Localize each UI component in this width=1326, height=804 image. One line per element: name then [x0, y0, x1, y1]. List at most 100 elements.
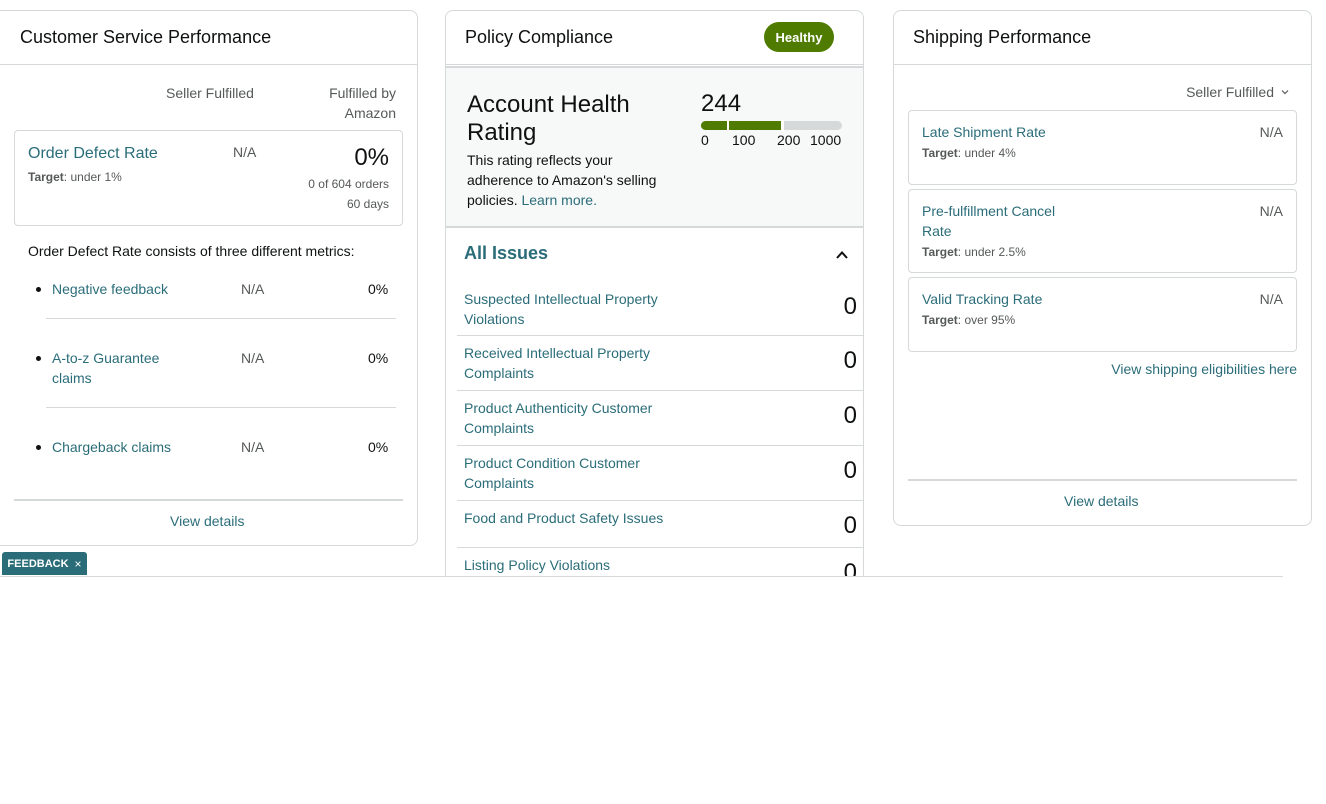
target-value: : under 2.5%	[957, 245, 1026, 259]
shipping-metric-box: Late Shipment Rate N/A Target: under 4%	[908, 110, 1297, 185]
issue-label[interactable]: Product Authenticity Customer Complaints	[464, 398, 694, 438]
issue-row: Food and Product Safety Issues 0	[457, 501, 863, 548]
issue-label[interactable]: Listing Policy Violations	[464, 555, 694, 575]
footer-divider	[14, 499, 403, 501]
atoz-claims-seller: N/A	[241, 350, 265, 366]
issue-count: 0	[843, 512, 857, 539]
footer-divider	[908, 479, 1297, 481]
health-status-badge: Healthy	[764, 22, 834, 52]
bar-segment-divider	[727, 121, 729, 130]
negative-feedback-fba: 0%	[368, 281, 389, 297]
late-shipment-rate-target: Target: under 4%	[922, 146, 1016, 160]
issue-count: 0	[843, 402, 857, 429]
metric-divider	[46, 407, 396, 408]
target-value: : over 95%	[957, 313, 1016, 327]
odr-consists-text: Order Defect Rate consists of three diff…	[28, 243, 355, 259]
issue-label[interactable]: Product Condition Customer Complaints	[464, 453, 694, 493]
issue-label[interactable]: Food and Product Safety Issues	[464, 508, 694, 528]
all-issues-title: All Issues	[464, 243, 549, 263]
customer-service-card: Customer Service Performance Seller Fulf…	[0, 10, 418, 546]
health-rating-bar	[701, 121, 842, 130]
column-seller-fulfilled: Seller Fulfilled	[166, 85, 254, 101]
issue-count: 0	[843, 293, 857, 320]
target-value: : under 1%	[63, 170, 122, 184]
order-defect-rate-target: Target: under 1%	[28, 170, 122, 184]
bullet-icon	[36, 287, 41, 292]
health-rating-marker	[781, 120, 785, 131]
tick-1000: 1000	[810, 132, 842, 148]
feedback-label: FEEDBACK	[7, 557, 69, 570]
viewport-bottom-border	[0, 576, 1283, 577]
shipping-metric-box: Valid Tracking Rate N/A Target: over 95%	[908, 277, 1297, 352]
feedback-tab[interactable]: FEEDBACK ×	[2, 552, 87, 575]
issue-row: Listing Policy Violations 0	[457, 548, 863, 576]
tick-0: 0	[701, 132, 709, 148]
chevron-up-icon[interactable]	[836, 249, 848, 261]
issue-row: Product Authenticity Customer Complaints…	[457, 391, 863, 446]
close-icon[interactable]: ×	[75, 557, 82, 571]
chargeback-claims-fba: 0%	[368, 439, 389, 455]
customer-service-title: Customer Service Performance	[20, 27, 272, 47]
bullet-icon	[36, 356, 41, 361]
customer-service-view-details[interactable]: View details	[170, 513, 244, 529]
learn-more-link[interactable]: Learn more.	[521, 192, 596, 208]
late-shipment-rate-value: N/A	[1259, 124, 1283, 140]
account-health-score: 244	[701, 90, 742, 117]
tick-200: 200	[777, 132, 801, 148]
shipping-metric-box: Pre-fulfillment Cancel Rate N/A Target: …	[908, 189, 1297, 273]
tick-100: 100	[732, 132, 756, 148]
issue-row: Received Intellectual Property Complaint…	[457, 336, 863, 391]
valid-tracking-rate-value: N/A	[1259, 291, 1283, 307]
atoz-claims-link[interactable]: A-to-z Guarantee claims	[52, 348, 182, 388]
account-health-rating-description: This rating reflects your adherence to A…	[467, 150, 677, 210]
column-fba-line2: Amazon	[344, 105, 396, 121]
account-health-rating-title: Account Health Rating	[467, 91, 630, 146]
pre-fulfillment-cancel-rate-value: N/A	[1259, 203, 1283, 219]
atoz-claims-fba: 0%	[368, 350, 389, 366]
bullet-icon	[36, 445, 41, 450]
policy-compliance-header: Policy Compliance Healthy	[446, 11, 863, 65]
target-label: Target	[922, 146, 958, 160]
issue-count: 0	[843, 559, 857, 576]
column-fba: Fulfilled by Amazon	[316, 83, 396, 123]
fulfillment-filter-value: Seller Fulfilled	[1186, 84, 1274, 100]
odr-order-count: 0 of 604 orders	[308, 177, 389, 191]
order-defect-rate-link[interactable]: Order Defect Rate	[28, 145, 158, 163]
dashboard-viewport: Customer Service Performance Seller Fulf…	[0, 0, 1326, 576]
pre-fulfillment-cancel-rate-target: Target: under 2.5%	[922, 245, 1026, 259]
shipping-view-details[interactable]: View details	[1064, 493, 1138, 509]
metric-divider	[46, 318, 396, 319]
shipping-eligibilities-link[interactable]: View shipping eligibilities here	[1111, 361, 1297, 377]
policy-compliance-card: Policy Compliance Healthy Account Health…	[445, 10, 864, 576]
target-value: : under 4%	[957, 146, 1016, 160]
issue-label[interactable]: Suspected Intellectual Property Violatio…	[464, 289, 694, 329]
chargeback-claims-link[interactable]: Chargeback claims	[52, 437, 202, 457]
late-shipment-rate-link[interactable]: Late Shipment Rate	[922, 122, 1082, 142]
odr-seller-value: N/A	[233, 144, 257, 160]
order-defect-rate-box: Order Defect Rate Target: under 1% N/A 0…	[14, 130, 403, 226]
shipping-performance-header: Shipping Performance	[894, 11, 1311, 65]
target-label: Target	[922, 313, 958, 327]
issue-row: Product Condition Customer Complaints 0	[457, 446, 863, 501]
issue-count: 0	[843, 457, 857, 484]
pre-fulfillment-cancel-rate-link[interactable]: Pre-fulfillment Cancel Rate	[922, 201, 1072, 241]
account-health-rating-panel: Account Health Rating This rating reflec…	[446, 66, 863, 228]
fulfillment-filter-dropdown[interactable]: Seller Fulfilled	[1186, 84, 1289, 100]
chargeback-claims-seller: N/A	[241, 439, 265, 455]
target-label: Target	[922, 245, 958, 259]
issue-row: Suspected Intellectual Property Violatio…	[457, 286, 863, 336]
issue-label[interactable]: Received Intellectual Property Complaint…	[464, 343, 694, 383]
issue-count: 0	[843, 347, 857, 374]
health-rating-bar-fill	[701, 121, 784, 130]
policy-compliance-title: Policy Compliance	[465, 27, 614, 47]
negative-feedback-link[interactable]: Negative feedback	[52, 279, 202, 299]
odr-fba-value: 0%	[354, 144, 389, 171]
chevron-down-icon	[1281, 90, 1289, 95]
target-label: Target	[28, 170, 64, 184]
valid-tracking-rate-target: Target: over 95%	[922, 313, 1015, 327]
valid-tracking-rate-link[interactable]: Valid Tracking Rate	[922, 289, 1082, 309]
shipping-performance-title: Shipping Performance	[913, 27, 1092, 47]
odr-period: 60 days	[346, 197, 389, 211]
column-fba-line1: Fulfilled by	[329, 85, 396, 101]
negative-feedback-seller: N/A	[241, 281, 265, 297]
